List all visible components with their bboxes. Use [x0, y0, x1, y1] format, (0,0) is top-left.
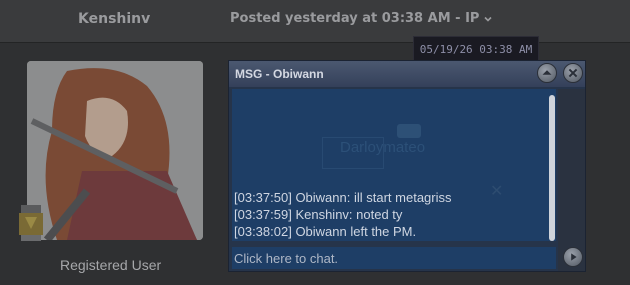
chat-gutter — [558, 89, 585, 271]
chat-message: [03:38:02] Obiwann left the PM. — [234, 224, 417, 239]
background-text: Darloymateo — [340, 139, 426, 156]
chat-window: MSG - Obiwann Darloymateo ✕ [03:37:50] O… — [228, 60, 586, 272]
chat-scrollbar[interactable] — [549, 95, 555, 241]
chat-title: MSG - Obiwann — [235, 67, 324, 81]
chat-message: [03:37:50] Obiwann: ill start metagriss — [234, 190, 452, 205]
message-list: [03:37:50] Obiwann: ill start metagriss … — [234, 189, 549, 240]
post-date-menu[interactable]: Posted yesterday at 03:38 AM - IP — [230, 11, 493, 26]
username-link[interactable]: Kenshinv — [78, 11, 150, 27]
chat-header[interactable]: MSG - Obiwann — [229, 61, 585, 87]
chat-message: [03:37:59] Kenshinv: noted ty — [234, 207, 403, 222]
chat-input[interactable]: Click here to chat. — [232, 247, 556, 269]
background-chip — [397, 124, 421, 138]
member-role: Registered User — [60, 257, 162, 273]
chat-input-placeholder: Click here to chat. — [234, 251, 339, 266]
chevron-down-icon[interactable] — [483, 14, 493, 24]
play-arrow-icon[interactable] — [563, 247, 583, 267]
avatar[interactable] — [27, 61, 203, 240]
close-icon[interactable] — [563, 63, 583, 83]
trophy-badge-icon — [19, 205, 43, 241]
arrow-up-icon[interactable] — [537, 63, 557, 83]
post-date-text: Posted yesterday at 03:38 AM - IP — [230, 11, 480, 26]
chat-message-area[interactable]: Darloymateo ✕ [03:37:50] Obiwann: ill st… — [232, 89, 556, 241]
